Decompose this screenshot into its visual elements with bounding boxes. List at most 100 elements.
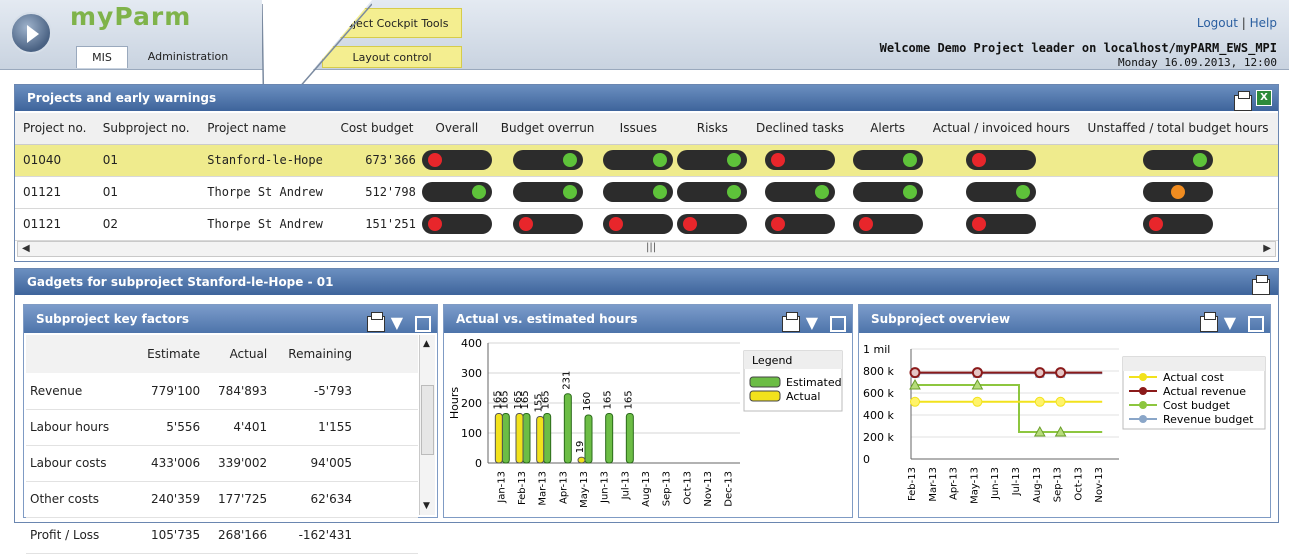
bar-data-label: 19 <box>575 441 586 454</box>
tab-administration[interactable]: Administration <box>138 46 238 68</box>
x-tick-label: Jan-13 <box>496 471 507 504</box>
help-link[interactable]: Help <box>1250 16 1277 30</box>
projects-panel: Projects and early warnings X Project no… <box>14 84 1279 262</box>
traffic-light-green[interactable] <box>764 182 835 202</box>
traffic-light-cell <box>850 144 925 177</box>
x-tick-label: Feb-13 <box>907 467 918 501</box>
traffic-light-red[interactable] <box>1143 214 1214 234</box>
traffic-light-green[interactable] <box>677 182 748 202</box>
column-header[interactable]: Cost budget <box>334 113 420 145</box>
x-tick-label: Oct-13 <box>1073 467 1084 501</box>
traffic-light-red[interactable] <box>966 150 1037 170</box>
scroll-thumb[interactable] <box>421 385 434 455</box>
table-row[interactable]: 01121 02 Thorpe St Andrew 151'251 <box>15 208 1278 241</box>
legend-label: Actual revenue <box>1163 385 1246 398</box>
bar-estimated <box>605 413 614 464</box>
column-header[interactable]: Risks <box>675 113 750 145</box>
gadgets-panel-title: Gadgets for subproject Stanford-le-Hope … <box>27 275 334 289</box>
bar-data-label: 160 <box>582 392 593 411</box>
vertical-scrollbar[interactable]: ▲ ▼ <box>419 335 435 515</box>
print-icon[interactable] <box>361 309 385 337</box>
column-header[interactable]: Overall <box>419 113 494 145</box>
scroll-thumb[interactable]: ||| <box>646 242 656 253</box>
column-header[interactable]: Subproject no. <box>94 113 200 145</box>
legend-swatch <box>749 390 781 402</box>
column-header[interactable]: Project name <box>199 113 335 145</box>
traffic-light-orange[interactable] <box>1143 182 1214 202</box>
traffic-light-red[interactable] <box>512 214 583 234</box>
bar-estimated <box>543 413 552 464</box>
legend: Actual costActual revenueCost budgetReve… <box>1122 356 1266 430</box>
traffic-light-green[interactable] <box>512 182 583 202</box>
excel-export-icon[interactable]: X <box>1256 90 1272 106</box>
traffic-light-red[interactable] <box>966 214 1037 234</box>
legend: Legend EstimatedActual <box>743 350 843 412</box>
traffic-light-green[interactable] <box>603 150 674 170</box>
scroll-up-icon[interactable]: ▲ <box>423 339 430 349</box>
bar-estimated <box>584 414 593 464</box>
spacer-cell <box>358 445 418 482</box>
column-header[interactable]: Project no. <box>15 113 95 145</box>
top-bar: myParm MIS Administration s Project Cock… <box>0 0 1289 70</box>
column-header[interactable]: Issues <box>601 113 676 145</box>
traffic-light-cell <box>924 208 1079 241</box>
column-header[interactable]: Declined tasks <box>749 113 851 145</box>
cell-value: 784'893 <box>206 373 274 410</box>
table-row: Labour costs 433'006 339'002 94'005 <box>26 445 418 482</box>
column-header[interactable]: Unstaffed / total budget hours <box>1078 113 1278 145</box>
table-row: Profit / Loss 105'735 268'166 -162'431 <box>26 517 418 554</box>
traffic-light-red[interactable] <box>421 150 492 170</box>
x-tick-label: Mar-13 <box>928 467 939 502</box>
traffic-light-cell <box>749 176 851 209</box>
traffic-light-red[interactable] <box>852 214 923 234</box>
bar-data-label: 165 <box>513 390 524 409</box>
traffic-light-green[interactable] <box>512 150 583 170</box>
print-icon[interactable] <box>1234 89 1252 115</box>
x-tick-label: Mar-13 <box>538 471 549 506</box>
x-tick-label: Jun-13 <box>600 471 611 504</box>
legend-label: Actual <box>786 390 820 403</box>
column-header: Actual <box>206 335 274 373</box>
traffic-light-green[interactable] <box>603 182 674 202</box>
table-row[interactable]: 01121 01 Thorpe St Andrew 512'798 <box>15 176 1278 209</box>
cell-value: 4'401 <box>206 409 274 446</box>
scroll-right-icon[interactable]: ▶ <box>1263 243 1271 254</box>
traffic-light-green[interactable] <box>852 182 923 202</box>
traffic-light-red[interactable] <box>677 214 748 234</box>
traffic-light-red[interactable] <box>603 214 674 234</box>
traffic-light-red[interactable] <box>764 214 835 234</box>
column-header[interactable]: Actual / invoiced hours <box>924 113 1079 145</box>
maximize-icon[interactable] <box>409 309 431 337</box>
series-point <box>910 396 920 407</box>
legend-label: Revenue budget <box>1163 413 1254 426</box>
table-row[interactable]: 01040 01 Stanford-le-Hope 673'366 <box>15 144 1278 177</box>
row-label: Labour costs <box>26 445 135 482</box>
traffic-light-green[interactable] <box>1143 150 1214 170</box>
x-tick-label: Sep-13 <box>662 471 673 506</box>
bar-data-label: 165 <box>603 390 614 409</box>
traffic-light-red[interactable] <box>421 214 492 234</box>
traffic-light-green[interactable] <box>852 150 923 170</box>
home-play-button[interactable] <box>10 12 52 54</box>
hours-chart: 0 100 200 300 400 Hours 165 165 Jan-13 165 165 Feb-… <box>448 337 843 508</box>
cell-value: 177'725 <box>206 481 274 518</box>
traffic-light-red[interactable] <box>764 150 835 170</box>
scroll-down-icon[interactable]: ▼ <box>423 501 430 511</box>
scroll-left-icon[interactable]: ◀ <box>22 243 30 254</box>
column-header[interactable]: Alerts <box>850 113 925 145</box>
series-line <box>915 383 1103 434</box>
spacer-cell <box>358 409 418 446</box>
column-header[interactable]: Budget overrun <box>493 113 602 145</box>
cell-project-no: 01121 <box>15 208 95 241</box>
logout-link[interactable]: Logout <box>1197 16 1238 30</box>
tab-mis[interactable]: MIS <box>76 46 128 68</box>
bar-estimated <box>563 393 572 464</box>
traffic-light-green[interactable] <box>421 182 492 202</box>
traffic-light-cell <box>601 208 676 241</box>
traffic-light-green[interactable] <box>966 182 1037 202</box>
traffic-light-green[interactable] <box>677 150 748 170</box>
print-icon[interactable] <box>1252 273 1270 299</box>
dropdown-icon[interactable]: ▼ <box>391 309 403 337</box>
horizontal-scrollbar[interactable]: ◀ ||| ▶ <box>17 241 1276 257</box>
cell-name: Thorpe St Andrew <box>199 208 335 241</box>
